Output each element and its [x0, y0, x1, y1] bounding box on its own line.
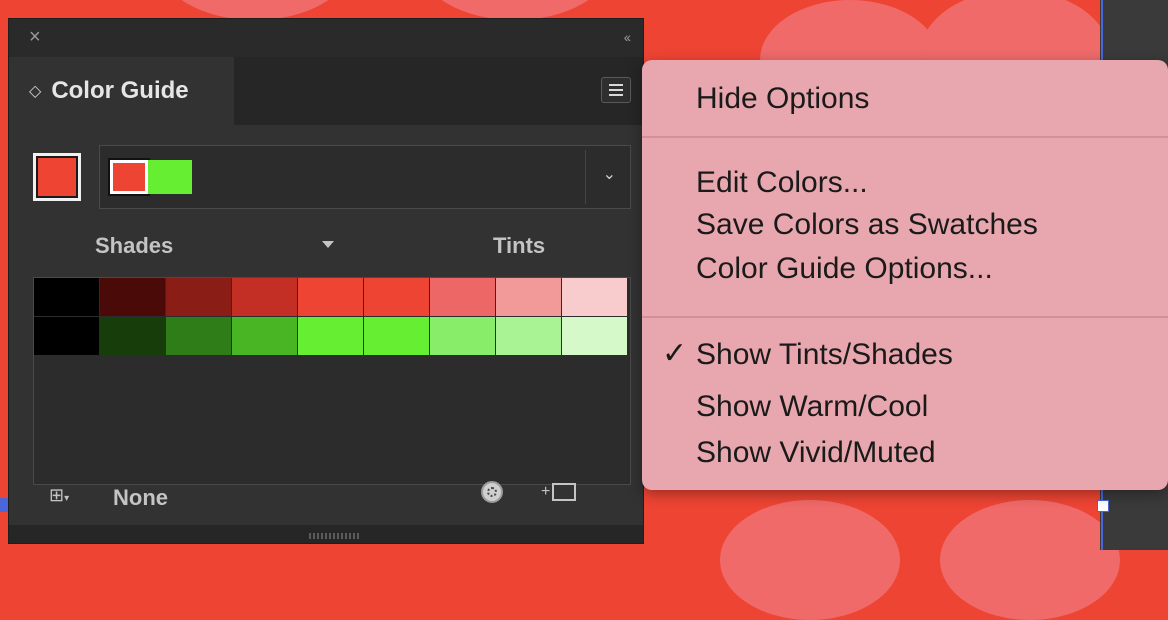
- panel-titlebar[interactable]: × ‹‹: [9, 19, 643, 57]
- color-swatch[interactable]: [562, 278, 627, 316]
- menu-separator: [642, 136, 1168, 138]
- hamburger-icon: [609, 94, 623, 96]
- color-swatch[interactable]: [364, 278, 429, 316]
- color-swatch[interactable]: [34, 317, 99, 355]
- hamburger-icon: [609, 84, 623, 86]
- swatch-row: [34, 278, 628, 316]
- artwork-circle: [160, 0, 350, 20]
- chevron-down-icon[interactable]: ⌄: [603, 164, 616, 184]
- current-color-swatch[interactable]: [33, 153, 81, 201]
- menu-item-show-warm-cool[interactable]: Show Warm/Cool: [696, 390, 928, 424]
- plus-icon: +: [541, 483, 551, 501]
- menu-separator: [642, 316, 1168, 318]
- color-swatch[interactable]: [496, 278, 561, 316]
- swatch-limit-label: None: [113, 485, 168, 510]
- panel-resize-bar: [9, 525, 643, 543]
- check-icon: ✓: [662, 337, 688, 370]
- color-guide-context-menu: Hide Options Edit Colors... Save Colors …: [642, 60, 1168, 490]
- menu-item-color-guide-options[interactable]: Color Guide Options...: [696, 252, 993, 286]
- panel-tabbar: ◇ Color Guide: [9, 57, 643, 125]
- artwork-circle: [720, 500, 900, 620]
- artwork-circle: [940, 500, 1120, 620]
- close-icon[interactable]: ×: [29, 27, 41, 47]
- save-group-to-swatches-button[interactable]: +: [541, 483, 577, 501]
- menu-item-hide-options[interactable]: Hide Options: [696, 82, 869, 116]
- edit-colors-icon[interactable]: [481, 481, 503, 503]
- swatch-limit-icon[interactable]: ⊞▾: [49, 485, 69, 506]
- artwork-circle: [420, 0, 610, 20]
- color-swatch[interactable]: [100, 278, 165, 316]
- color-swatch[interactable]: [34, 278, 99, 316]
- selection-handle[interactable]: [1097, 500, 1109, 512]
- harmony-color: [148, 160, 192, 194]
- hamburger-icon: [609, 89, 623, 91]
- color-guide-panel: × ‹‹ ◇ Color Guide ⌄ Shades Tints ⊞▾ Non…: [8, 18, 644, 544]
- color-swatch[interactable]: [430, 317, 495, 355]
- harmony-base-color: [108, 158, 150, 196]
- swatch-row: [34, 317, 628, 355]
- color-swatch[interactable]: [232, 317, 297, 355]
- color-swatch[interactable]: [562, 317, 627, 355]
- menu-item-edit-colors[interactable]: Edit Colors...: [696, 166, 868, 200]
- color-swatch[interactable]: [298, 278, 363, 316]
- tab-arrows-icon: ◇: [29, 83, 42, 100]
- color-swatch[interactable]: [496, 317, 561, 355]
- variations-grid: [33, 277, 631, 485]
- collapse-icon[interactable]: ‹‹: [624, 29, 631, 45]
- divider: [585, 150, 586, 204]
- grid-icon: ⊞: [49, 485, 65, 505]
- color-swatch[interactable]: [298, 317, 363, 355]
- current-color-fill: [36, 156, 78, 198]
- menu-item-save-colors-as-swatches[interactable]: Save Colors as Swatches: [696, 208, 1038, 242]
- menu-item-show-tints-shades[interactable]: Show Tints/Shades: [696, 338, 953, 372]
- color-swatch[interactable]: [166, 317, 231, 355]
- caret-down-icon: ▾: [64, 493, 70, 504]
- color-swatch[interactable]: [100, 317, 165, 355]
- color-swatch[interactable]: [430, 278, 495, 316]
- menu-item-show-vivid-muted[interactable]: Show Vivid/Muted: [696, 436, 936, 470]
- tab-color-guide[interactable]: ◇ Color Guide: [9, 57, 234, 125]
- color-swatch[interactable]: [232, 278, 297, 316]
- shades-label: Shades: [95, 233, 174, 258]
- panel-menu-button[interactable]: [601, 77, 631, 103]
- color-swatch[interactable]: [166, 278, 231, 316]
- variation-dropdown-icon[interactable]: [322, 241, 334, 248]
- tints-label: Tints: [493, 233, 546, 258]
- panel-title: Color Guide: [51, 77, 189, 104]
- harmony-rules-dropdown[interactable]: ⌄: [99, 145, 631, 209]
- color-swatch[interactable]: [364, 317, 429, 355]
- swatch-group-icon: [552, 483, 577, 501]
- resize-grip[interactable]: [309, 533, 361, 539]
